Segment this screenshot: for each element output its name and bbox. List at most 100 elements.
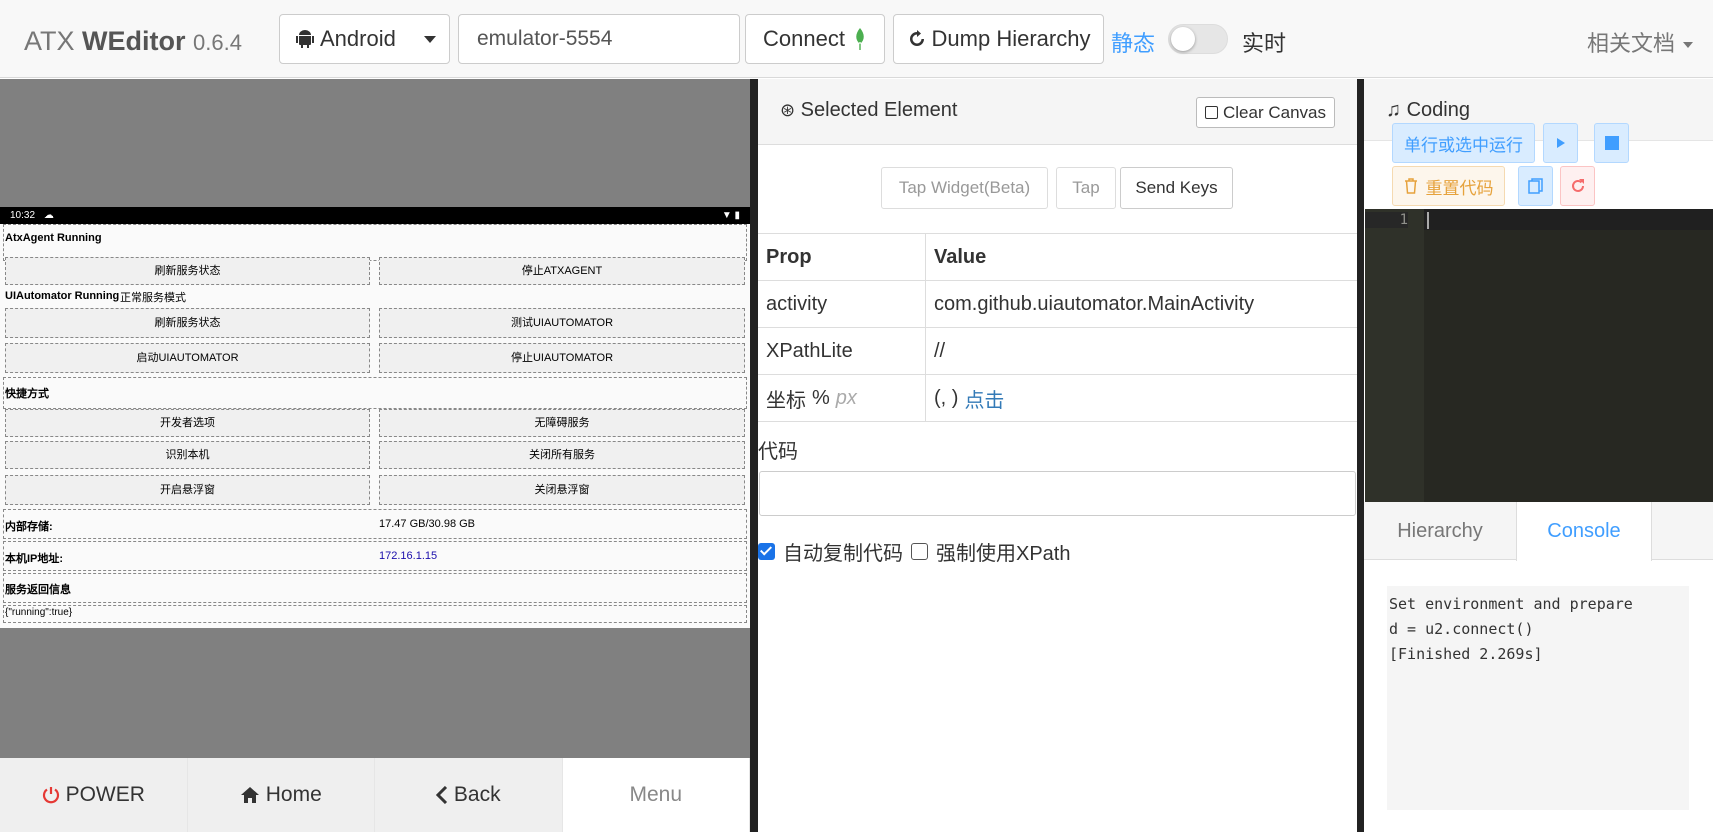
coding-title-text: Coding [1406, 99, 1470, 121]
android-status-bar: 10:32 ☁ ▼ ▮ [0, 207, 750, 224]
coord-value-cell: (, ) 点击 [926, 375, 1004, 421]
redo-icon [1571, 179, 1584, 192]
stop-atxagent-button[interactable]: 停止ATXAGENT [379, 257, 745, 285]
coding-title: ♫ Coding [1386, 99, 1470, 122]
panel-splitter-right[interactable] [1357, 79, 1364, 832]
storage-label: 内部存储: [5, 521, 53, 533]
realtime-mode-label[interactable]: 实时 [1242, 26, 1286, 58]
code-options: 自动复制代码 强制使用XPath [758, 537, 1070, 566]
tab-console[interactable]: Console [1516, 502, 1652, 561]
reset-code-label: 重置代码 [1425, 178, 1494, 198]
tap-widget-button[interactable]: Tap Widget(Beta) [881, 167, 1048, 209]
brand-name-bold: WEditor [82, 26, 186, 56]
table-row: XPathLite // [758, 328, 1357, 375]
chevron-left-icon [435, 786, 447, 804]
home-button[interactable]: Home [187, 758, 375, 832]
docs-label: 相关文档 [1586, 31, 1675, 56]
play-icon [1556, 138, 1565, 148]
connect-button[interactable]: Connect [745, 14, 885, 64]
bottom-tabs: Hierarchy Console [1364, 502, 1713, 561]
home-label: Home [265, 783, 322, 806]
app-version: 0.6.4 [193, 30, 242, 55]
developer-options-button[interactable]: 开发者选项 [5, 409, 370, 437]
force-xpath-checkbox[interactable] [911, 543, 928, 560]
platform-value: Android [320, 26, 396, 51]
auto-copy-label[interactable]: 自动复制代码 [783, 537, 903, 566]
start-uiautomator-button[interactable]: 启动UIAUTOMATOR [5, 343, 370, 373]
device-nav-bar: POWER Home Back Menu [0, 758, 750, 832]
response-label: 服务返回信息 [5, 584, 71, 596]
prop-value: // [934, 339, 946, 362]
tap-button[interactable]: Tap [1056, 167, 1116, 209]
selected-element-panel: ⊛ Selected Element Clear Canvas Tap Widg… [758, 79, 1357, 832]
music-note-icon: ♫ [1386, 99, 1401, 121]
refresh-service-button-2[interactable]: 刷新服务状态 [5, 308, 370, 338]
close-all-services-button[interactable]: 关闭所有服务 [379, 441, 745, 469]
prop-table-header: Prop Value [758, 234, 1357, 281]
uia-status-title: UIAutomator Running [5, 290, 120, 302]
app-brand: ATX WEditor 0.6.4 [24, 26, 242, 57]
platform-select[interactable]: Android [279, 14, 450, 64]
response-row [3, 573, 747, 603]
refresh-service-button[interactable]: 刷新服务状态 [5, 257, 370, 285]
coord-percent-toggle[interactable]: % [812, 387, 830, 410]
coord-px-toggle[interactable]: px [836, 387, 857, 410]
atx-section [3, 224, 747, 261]
tab-hierarchy[interactable]: Hierarchy [1364, 502, 1516, 560]
code-output-field[interactable] [759, 471, 1356, 516]
top-navbar: ATX WEditor 0.6.4 Android emulator-5554 … [0, 0, 1713, 78]
power-label: POWER [65, 783, 145, 806]
code-editor[interactable]: 1 [1365, 209, 1713, 502]
connect-label: Connect [763, 26, 845, 51]
response-value-row [3, 605, 747, 623]
copy-icon [1528, 178, 1543, 194]
back-button[interactable]: Back [375, 758, 563, 832]
test-uiautomator-button[interactable]: 测试UIAUTOMATOR [379, 308, 745, 338]
clear-canvas-button[interactable]: Clear Canvas [1196, 97, 1335, 128]
ip-row [3, 541, 747, 571]
back-label: Back [453, 783, 501, 806]
ip-value: 172.16.1.15 [379, 550, 438, 562]
prop-name: activity [758, 281, 926, 327]
docs-dropdown[interactable]: 相关文档 [1587, 26, 1693, 58]
chevron-down-icon [1683, 42, 1693, 49]
stop-uiautomator-button[interactable]: 停止UIAUTOMATOR [379, 343, 745, 373]
enable-float-button[interactable]: 开启悬浮窗 [5, 475, 370, 505]
dump-hierarchy-button[interactable]: Dump Hierarchy [893, 14, 1104, 64]
toggle-knob [1171, 27, 1195, 51]
send-keys-button[interactable]: Send Keys [1120, 167, 1233, 209]
coord-prop-cell: 坐标 % px [758, 375, 926, 421]
run-button[interactable] [1543, 123, 1578, 163]
power-button[interactable]: POWER [0, 758, 188, 832]
value-column-header: Value [934, 245, 987, 268]
table-row: activity com.github.uiautomator.MainActi… [758, 281, 1357, 328]
reset-code-button[interactable]: 重置代码 [1392, 166, 1505, 206]
run-selection-button[interactable]: 单行或选中运行 [1392, 123, 1535, 163]
android-icon [296, 30, 314, 48]
crosshair-icon: ⊛ [780, 100, 796, 120]
code-label: 代码 [758, 441, 798, 463]
identify-device-button[interactable]: 识别本机 [5, 441, 370, 469]
prop-column-header: Prop [758, 234, 926, 280]
shortcuts-title: 快捷方式 [5, 388, 49, 400]
serial-input[interactable]: emulator-5554 [458, 14, 740, 64]
device-screenshot[interactable]: 10:32 ☁ ▼ ▮ AtxAgent Running 刷新服务状态 停止AT… [0, 207, 750, 628]
copy-code-button[interactable] [1518, 166, 1553, 206]
panel-splitter-left[interactable] [750, 79, 758, 832]
selected-element-header: ⊛ Selected Element Clear Canvas [758, 79, 1357, 145]
force-xpath-label[interactable]: 强制使用XPath [936, 537, 1070, 566]
accessibility-button[interactable]: 无障碍服务 [379, 409, 745, 437]
cloud-icon: ☁ [43, 210, 54, 221]
menu-button[interactable]: Menu [562, 758, 750, 832]
static-mode-label[interactable]: 静态 [1111, 26, 1155, 58]
disable-float-button[interactable]: 关闭悬浮窗 [379, 475, 745, 505]
active-line-highlight [1424, 209, 1713, 230]
coding-panel: ♫ Coding 单行或选中运行 重置代码 1 Hierarchy Consol… [1364, 79, 1713, 832]
coord-click-link[interactable]: 点击 [964, 384, 1004, 413]
auto-copy-checkbox[interactable] [758, 543, 775, 560]
stop-button[interactable] [1594, 123, 1629, 163]
signal-battery-icons: ▼ ▮ [721, 210, 740, 221]
restart-button[interactable] [1560, 166, 1595, 206]
realtime-toggle[interactable] [1168, 24, 1228, 54]
line-gutter: 1 [1365, 209, 1424, 502]
